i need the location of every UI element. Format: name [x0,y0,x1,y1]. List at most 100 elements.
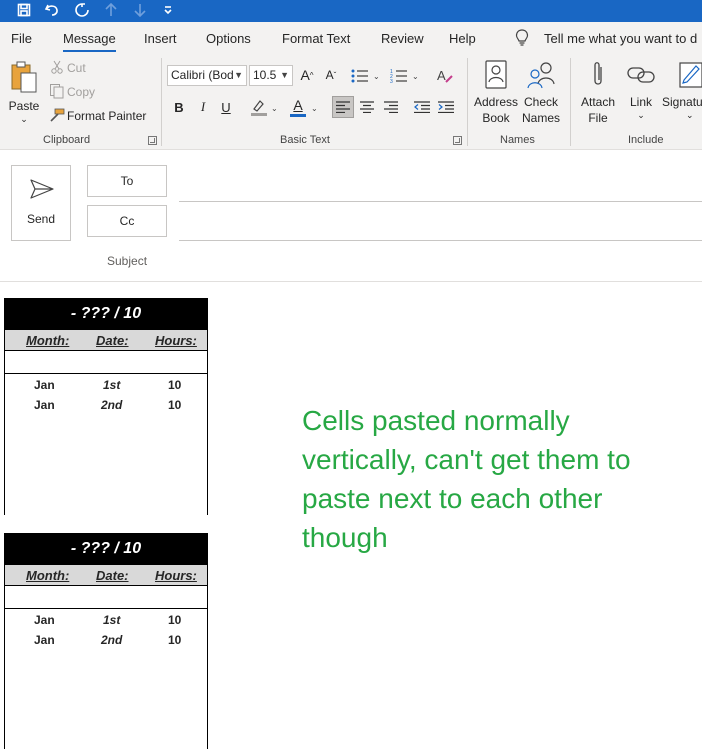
paste-label: Paste [8,99,40,113]
scissors-icon [51,60,63,74]
check-names-label-2: Names [521,111,560,125]
customize-toolbar-icon[interactable] [158,0,178,20]
chevron-down-icon: ⌄ [20,114,28,124]
attach-file-label-1: Attach [580,95,616,109]
down-arrow-icon[interactable] [130,0,150,20]
format-painter-icon [50,108,65,122]
chevron-down-icon: ⌄ [637,110,645,120]
column-header: Hours: [155,333,197,348]
font-name-select[interactable]: Calibri (Bod ▼ [167,65,247,86]
table-cell: 10 [168,633,182,647]
table-row: Jan 2nd 10 [5,395,207,415]
signature-button[interactable]: Signatu ⌄ [662,60,702,120]
table-cell: 2nd [101,398,123,412]
tab-message[interactable]: Message [63,31,116,46]
column-header: Date: [96,568,129,583]
link-label: Link [629,95,652,109]
lightbulb-icon [515,29,529,46]
increase-indent-icon [438,101,454,113]
tab-help[interactable]: Help [449,31,476,46]
table-cell: 1st [103,613,121,627]
address-book-button[interactable]: Address Book [472,60,520,126]
group-separator [570,58,571,146]
highlight-icon[interactable] [250,98,268,116]
chevron-down-icon[interactable]: ⌄ [311,104,318,113]
table-cell: Jan [34,633,55,647]
table-header-row: Month: Date: Hours: [5,329,207,351]
chevron-down-icon: ▼ [234,70,243,80]
tab-format-text[interactable]: Format Text [282,31,350,46]
table-cell: 10 [168,398,182,412]
attach-file-label-2: File [588,111,608,125]
underline-button[interactable]: U [215,96,237,118]
link-button[interactable]: Link ⌄ [624,60,658,120]
signature-icon [679,62,702,88]
pasted-table[interactable]: - ??? / 10 Month: Date: Hours: Jan 1st 1… [4,298,208,515]
table-row: Jan 2nd 10 [5,630,207,650]
table-cell: 2nd [101,633,123,647]
grow-font-icon[interactable]: A ^ [296,64,318,86]
tab-review[interactable]: Review [381,31,424,46]
basic-text-launcher-icon[interactable] [453,136,462,145]
format-painter-button[interactable]: Format Painter [67,109,146,123]
subject-label: Subject [107,254,148,268]
table-cell: Jan [34,613,55,627]
chevron-down-icon[interactable]: ⌄ [373,72,380,81]
cc-button[interactable]: Cc [87,205,167,237]
chevron-down-icon: ⌄ [686,110,694,120]
clipboard-group-label: Clipboard [43,134,91,146]
paste-icon [11,61,37,93]
copy-button[interactable]: Copy [67,85,95,99]
align-left-button[interactable] [332,96,354,118]
bold-button[interactable]: B [168,96,190,118]
send-label: Send [26,212,56,226]
tell-me-search[interactable]: Tell me what you want to d [544,31,697,46]
check-names-icon [527,62,555,89]
pasted-table[interactable]: - ??? / 10 Month: Date: Hours: Jan 1st 1… [4,533,208,749]
send-button[interactable]: Send [11,165,71,241]
paste-button[interactable]: Paste ⌄ [6,60,42,126]
cut-button[interactable]: Cut [67,61,86,75]
ribbon: Paste ⌄ Cut Copy Format Painter Clipboar… [0,54,702,150]
font-name-value: Calibri (Bod [171,68,234,82]
column-header: Month: [26,568,70,583]
italic-button[interactable]: I [192,96,214,118]
check-names-button[interactable]: Check Names [518,60,564,126]
subject-field[interactable] [0,281,702,282]
decrease-indent-button[interactable] [411,96,433,118]
tab-insert[interactable]: Insert [144,31,177,46]
table-cell: 1st [103,378,121,392]
undo-icon[interactable] [42,0,62,20]
chevron-down-icon[interactable]: ⌄ [271,104,278,113]
title-bar [0,0,702,22]
svg-text:A: A [437,68,446,83]
send-icon [30,179,54,199]
to-field[interactable] [179,201,702,202]
group-separator [161,58,162,146]
increase-indent-button[interactable] [435,96,457,118]
align-center-button[interactable] [356,96,378,118]
redo-icon[interactable] [72,0,92,20]
align-right-button[interactable] [380,96,402,118]
address-book-label-2: Book [482,111,510,125]
up-arrow-icon[interactable] [101,0,121,20]
clipboard-launcher-icon[interactable] [148,136,157,145]
cc-field[interactable] [179,240,702,241]
tab-options[interactable]: Options [206,31,251,46]
font-color-button[interactable]: A [289,97,307,117]
shrink-font-icon[interactable]: Aˇ [320,64,342,86]
attach-file-button[interactable]: Attach File [576,60,620,126]
font-size-select[interactable]: 10.5 ▼ [249,65,293,86]
chevron-down-icon: ▼ [280,70,289,80]
bullets-icon[interactable] [351,68,369,84]
copy-icon [50,84,64,99]
to-button[interactable]: To [87,165,167,197]
column-header: Date: [96,333,129,348]
tab-file[interactable]: File [11,31,32,46]
clear-formatting-icon[interactable]: A [436,67,454,85]
chevron-down-icon[interactable]: ⌄ [412,72,419,81]
save-icon[interactable] [14,0,34,20]
numbering-icon[interactable]: 1 2 3 [390,68,408,84]
align-center-icon [360,101,374,113]
align-left-icon [336,101,350,113]
